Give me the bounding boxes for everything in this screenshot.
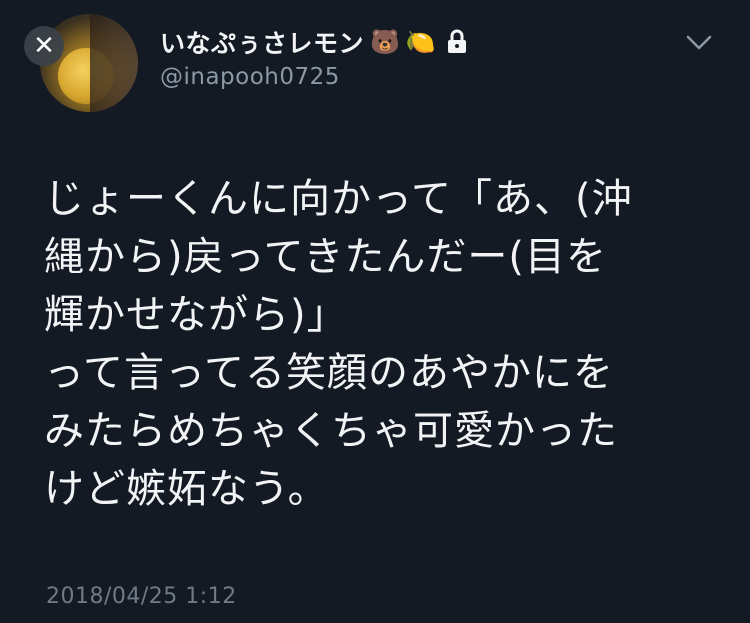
lock-icon (447, 29, 466, 53)
tweet-timestamp[interactable]: 2018/04/25 1:12 (46, 584, 237, 609)
avatar-image-background (90, 14, 138, 112)
chevron-down-icon[interactable] (684, 32, 714, 54)
user-handle[interactable]: @inapooh0725 (160, 64, 340, 90)
display-name-row: いなぷぅさレモン 🐻 🍋 (160, 22, 468, 62)
tweet-line: みたらめちゃくちゃ可愛かった (44, 408, 618, 454)
close-icon: ✕ (33, 31, 55, 61)
tweet-line: けど嫉妬なう。 (44, 466, 329, 512)
bear-emoji: 🐻 (370, 28, 400, 56)
tweet-text: じょーくんに向かって「あ、(沖 縄から)戻ってきたんだー(目を 輝かせながら)」… (44, 170, 724, 518)
tweet-line: 輝かせながら)」 (44, 292, 348, 338)
close-button[interactable]: ✕ (24, 26, 64, 66)
lemon-emoji: 🍋 (405, 28, 436, 56)
tweet-card: ✕ いなぷぅさレモン 🐻 🍋 @inapooh0725 じょーくんに向かって「あ… (0, 0, 750, 623)
tweet-line: って言ってる笑顔のあやかにを (44, 350, 614, 396)
display-name[interactable]: いなぷぅさレモン (160, 24, 364, 60)
tweet-line: じょーくんに向かって「あ、(沖 (44, 176, 633, 222)
tweet-line: 縄から)戻ってきたんだー(目を (44, 234, 608, 280)
